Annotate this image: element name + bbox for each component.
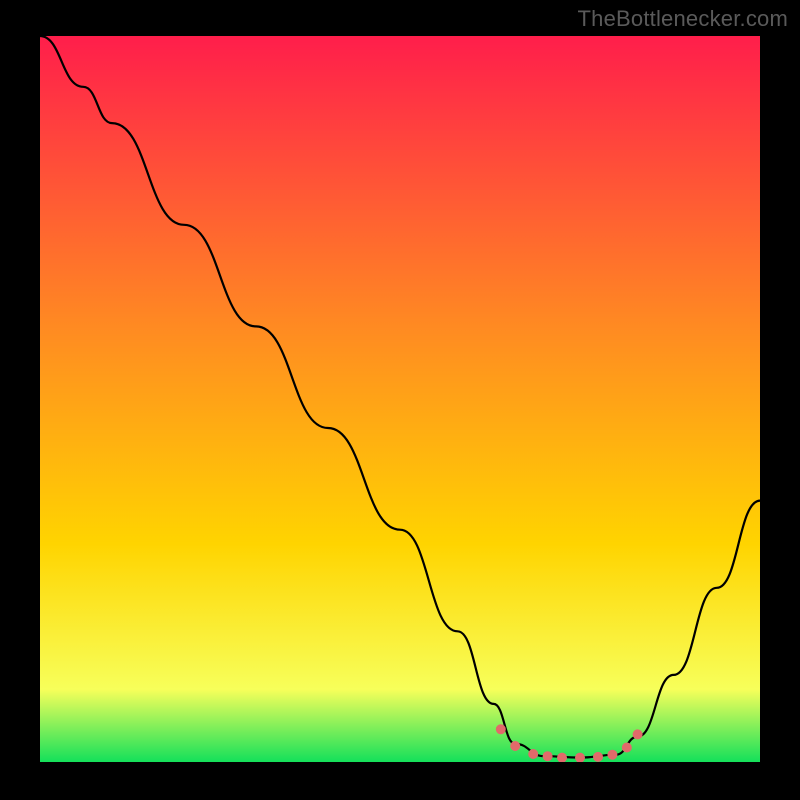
trough-dot [593, 752, 603, 762]
trough-dot [543, 751, 553, 761]
chart-svg [40, 36, 760, 762]
trough-dot [528, 749, 538, 759]
chart-container: TheBottlenecker.com [0, 0, 800, 800]
trough-dot [622, 743, 632, 753]
gradient-background [40, 36, 760, 762]
trough-dot [496, 724, 506, 734]
trough-dot [633, 729, 643, 739]
trough-dot [607, 750, 617, 760]
watermark: TheBottlenecker.com [578, 6, 788, 32]
plot-area [40, 36, 760, 762]
trough-dot [510, 741, 520, 751]
